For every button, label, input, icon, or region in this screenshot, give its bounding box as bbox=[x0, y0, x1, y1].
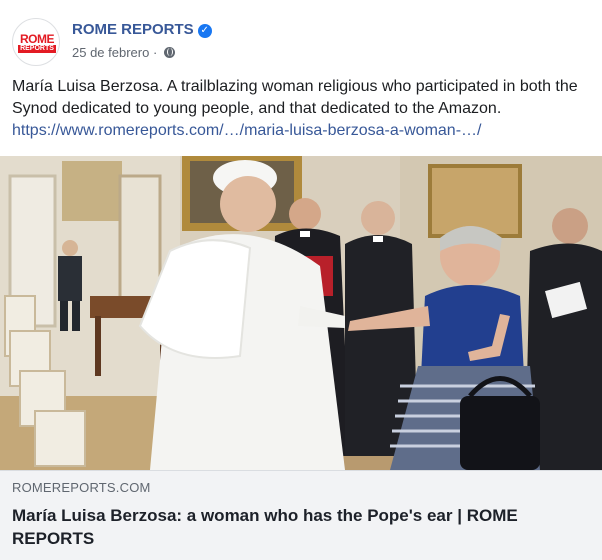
link-preview-box[interactable]: ROMEREPORTS.COM María Luisa Berzosa: a w… bbox=[0, 470, 602, 560]
meta-separator: · bbox=[149, 45, 161, 60]
post-header: ROME REPORTS ROME REPORTS ✓ 25 de febrero… bbox=[12, 18, 592, 66]
post-text: María Luisa Berzosa. A trailblazing woma… bbox=[12, 78, 578, 117]
post-meta: 25 de febrero · bbox=[72, 45, 175, 60]
avatar-logo-subtext: REPORTS bbox=[18, 45, 56, 53]
page-name-link[interactable]: ROME REPORTS ✓ bbox=[72, 21, 212, 38]
page-avatar[interactable]: ROME REPORTS bbox=[12, 18, 60, 66]
globe-icon[interactable] bbox=[163, 47, 175, 58]
post-date-link[interactable]: 25 de febrero bbox=[72, 45, 149, 60]
link-preview-image[interactable] bbox=[0, 156, 602, 470]
verified-check-icon: ✓ bbox=[197, 24, 212, 38]
audience-photo-illustration bbox=[0, 156, 602, 470]
link-preview-title[interactable]: María Luisa Berzosa: a woman who has the… bbox=[12, 504, 590, 550]
post-article-link[interactable]: https://www.romereports.com/…/maria-luis… bbox=[12, 120, 587, 142]
facebook-post-card: ROME REPORTS ROME REPORTS ✓ 25 de febrero… bbox=[0, 0, 602, 560]
avatar-logo-text: ROME bbox=[20, 32, 55, 46]
post-body: María Luisa Berzosa. A trailblazing woma… bbox=[12, 76, 587, 142]
link-preview-domain: ROMEREPORTS.COM bbox=[12, 480, 151, 495]
page-name-text: ROME REPORTS bbox=[72, 21, 194, 38]
